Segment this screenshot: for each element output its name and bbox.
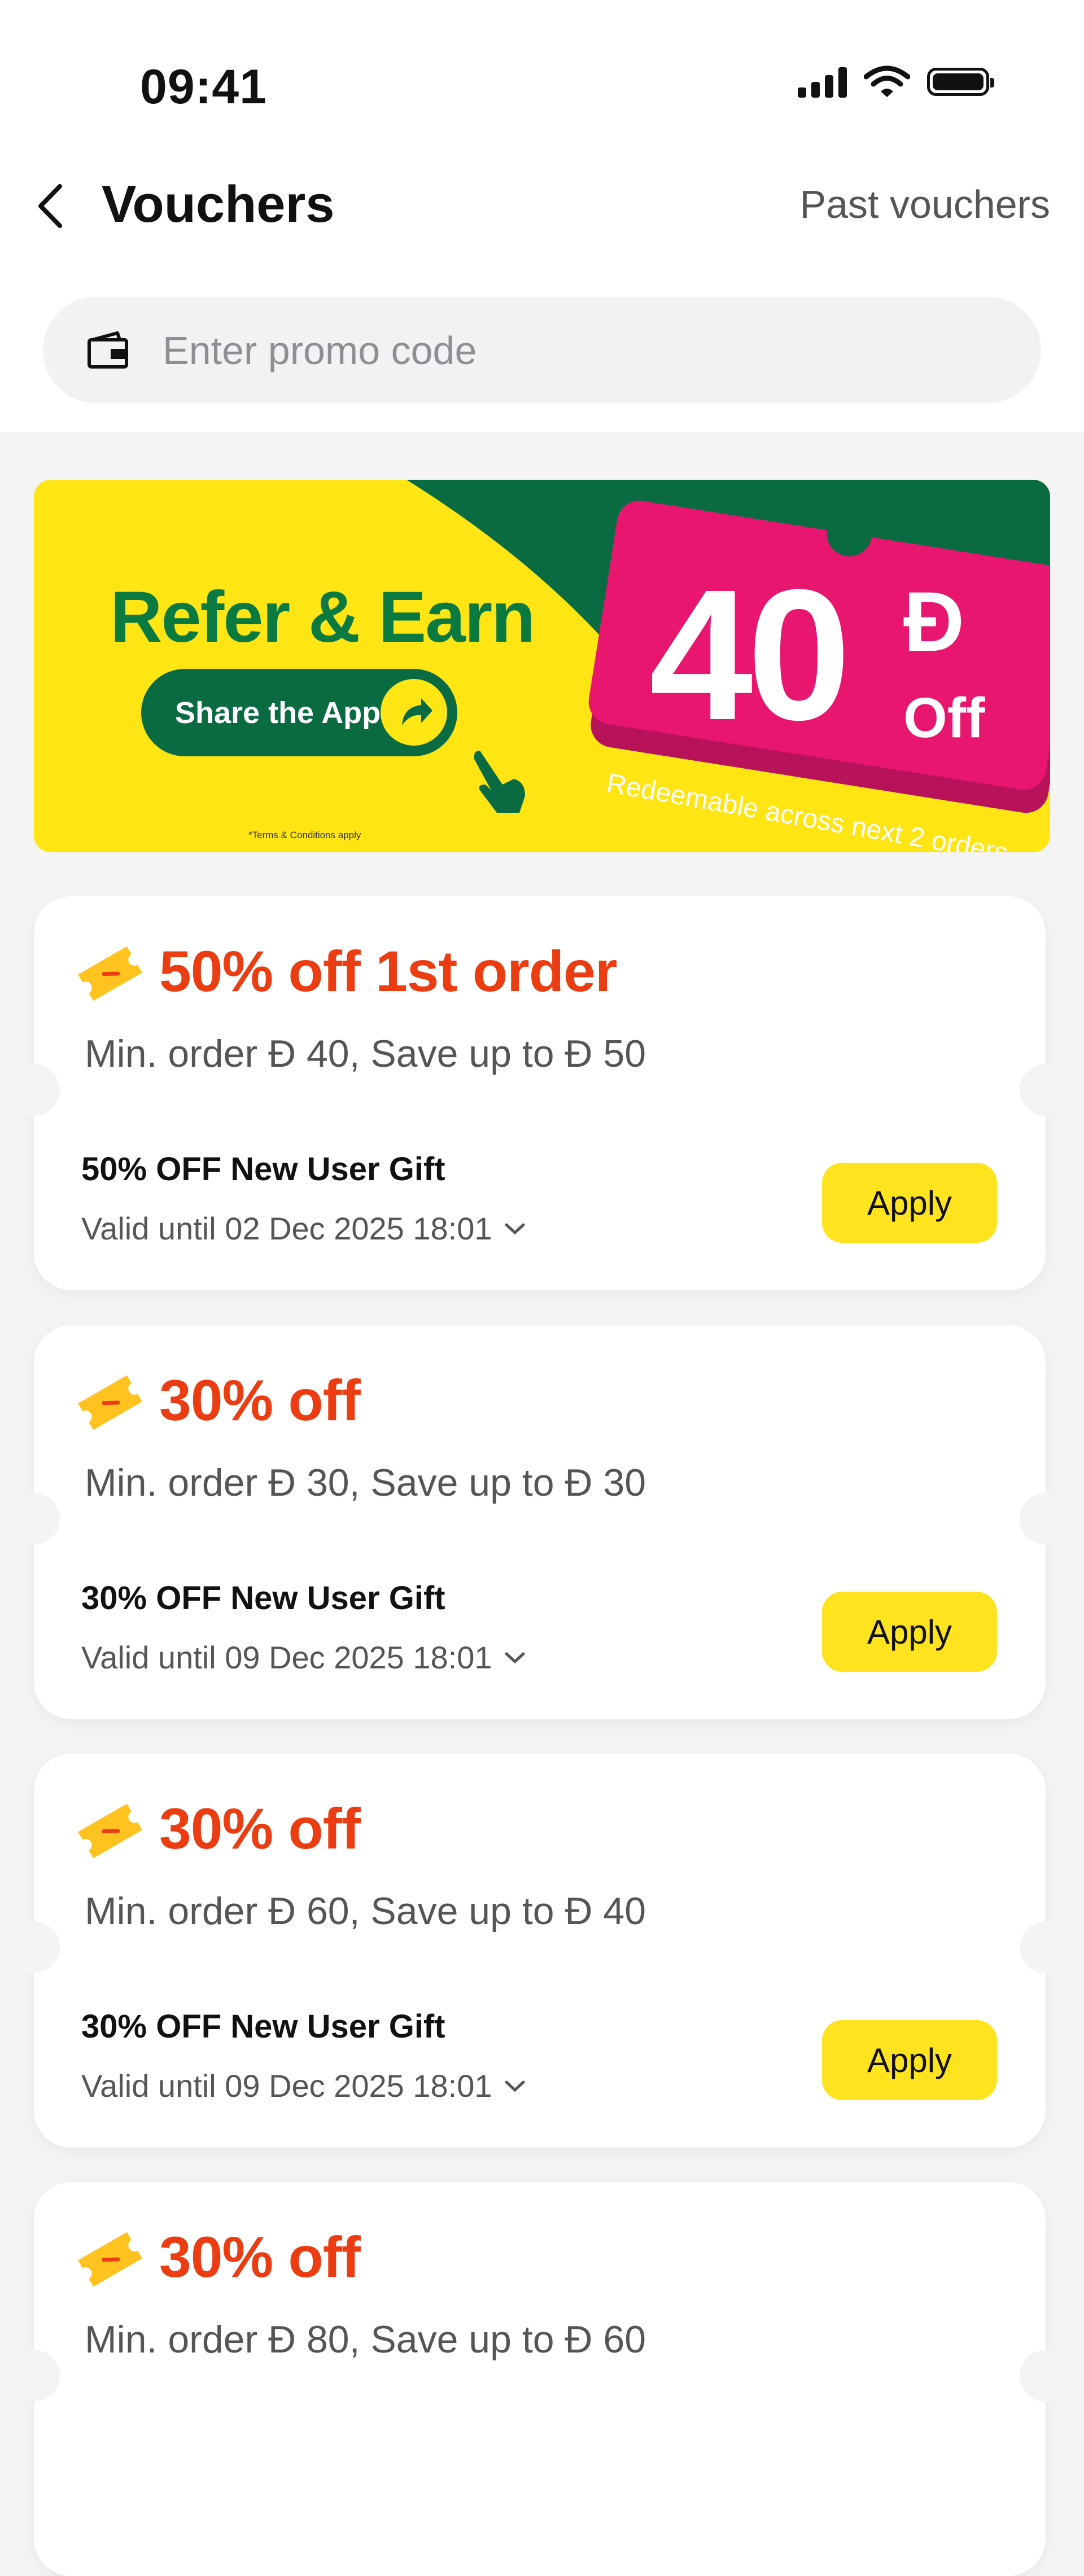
voucher-min-order: Min. order Ð 80, Save up to Ð 60: [85, 2318, 646, 2361]
apply-button[interactable]: Apply: [822, 1163, 997, 1243]
chevron-down-icon: [505, 2080, 525, 2092]
voucher-headline: 30% off: [159, 2225, 361, 2289]
ticket-icon: [78, 2232, 142, 2287]
voucher-headline: 50% off 1st order: [159, 939, 618, 1004]
voucher-gift-name: 50% OFF New User Gift: [81, 1151, 445, 1188]
banner-terms: *Terms & Conditions apply: [248, 830, 361, 840]
voucher-validity[interactable]: Valid until 02 Dec 2025 18:01: [81, 1210, 527, 1247]
voucher-min-order: Min. order Ð 40, Save up to Ð 50: [85, 1032, 646, 1075]
chevron-down-icon: [505, 1652, 525, 1663]
voucher-valid-text: Valid until 09 Dec 2025 18:01: [81, 1640, 492, 1675]
status-time: 09:41: [140, 60, 267, 114]
chevron-down-icon: [505, 1223, 525, 1234]
voucher-card: 50% off 1st order Min. order Ð 40, Save …: [8, 896, 1072, 1290]
voucher-gift-name: 30% OFF New User Gift: [81, 1580, 445, 1616]
card-notch: [8, 1064, 60, 1116]
promo-code-field[interactable]: [43, 297, 1041, 403]
voucher-headline: 30% off: [159, 1797, 361, 1861]
card-notch: [8, 1921, 60, 1973]
hand-pointer-icon: [474, 751, 525, 813]
share-app-button[interactable]: Share the App: [141, 669, 457, 756]
voucher-gift-name: 30% OFF New User Gift: [81, 2008, 445, 2045]
ticket-icon: [78, 1375, 142, 1430]
voucher-validity[interactable]: Valid until 09 Dec 2025 18:01: [81, 1639, 527, 1676]
banner-off: Off: [903, 686, 985, 750]
banner-amount: 40: [649, 550, 851, 759]
voucher-min-order: Min. order Ð 60, Save up to Ð 40: [85, 1890, 646, 1933]
status-icons: [798, 65, 994, 98]
refer-earn-banner[interactable]: Refer & Earn Share the App *Terms & Cond…: [34, 480, 1050, 852]
apply-button[interactable]: Apply: [822, 2020, 997, 2100]
share-app-label: Share the App: [175, 695, 381, 730]
past-vouchers-link[interactable]: Past vouchers: [799, 182, 1050, 227]
ticket-icon: [78, 946, 142, 1001]
promo-code-input[interactable]: [161, 319, 954, 382]
voucher-min-order: Min. order Ð 30, Save up to Ð 30: [85, 1461, 646, 1504]
card-notch: [8, 1493, 60, 1545]
card-notch: [1020, 1493, 1072, 1545]
voucher-valid-text: Valid until 09 Dec 2025 18:01: [81, 2068, 492, 2104]
voucher-validity[interactable]: Valid until 09 Dec 2025 18:01: [81, 2067, 527, 2104]
banner-title: Refer & Earn: [110, 577, 535, 658]
card-notch: [1020, 2350, 1072, 2402]
page-title: Vouchers: [102, 176, 335, 233]
voucher-card: 30% off Min. order Ð 60, Save up to Ð 40…: [8, 1754, 1072, 2148]
chevron-left-icon[interactable]: [33, 181, 72, 231]
card-notch: [1020, 1921, 1072, 1973]
signal-icon: [798, 66, 847, 98]
apply-button[interactable]: Apply: [822, 1592, 997, 1672]
voucher-valid-text: Valid until 02 Dec 2025 18:01: [81, 1211, 492, 1246]
ticket-icon: [78, 1803, 142, 1859]
voucher-card: 30% off Min. order Ð 80, Save up to Ð 60: [8, 2182, 1072, 2576]
voucher-headline: 30% off: [159, 1368, 361, 1432]
card-notch: [1020, 1064, 1072, 1116]
wifi-icon: [864, 65, 910, 97]
battery-icon: [927, 68, 994, 96]
card-notch: [8, 2350, 60, 2402]
share-arrow-icon: [381, 679, 447, 746]
wallet-icon: [88, 331, 128, 369]
voucher-card: 30% off Min. order Ð 30, Save up to Ð 30…: [8, 1325, 1072, 1719]
banner-background: [34, 480, 1050, 852]
banner-currency: Ð: [903, 574, 965, 669]
